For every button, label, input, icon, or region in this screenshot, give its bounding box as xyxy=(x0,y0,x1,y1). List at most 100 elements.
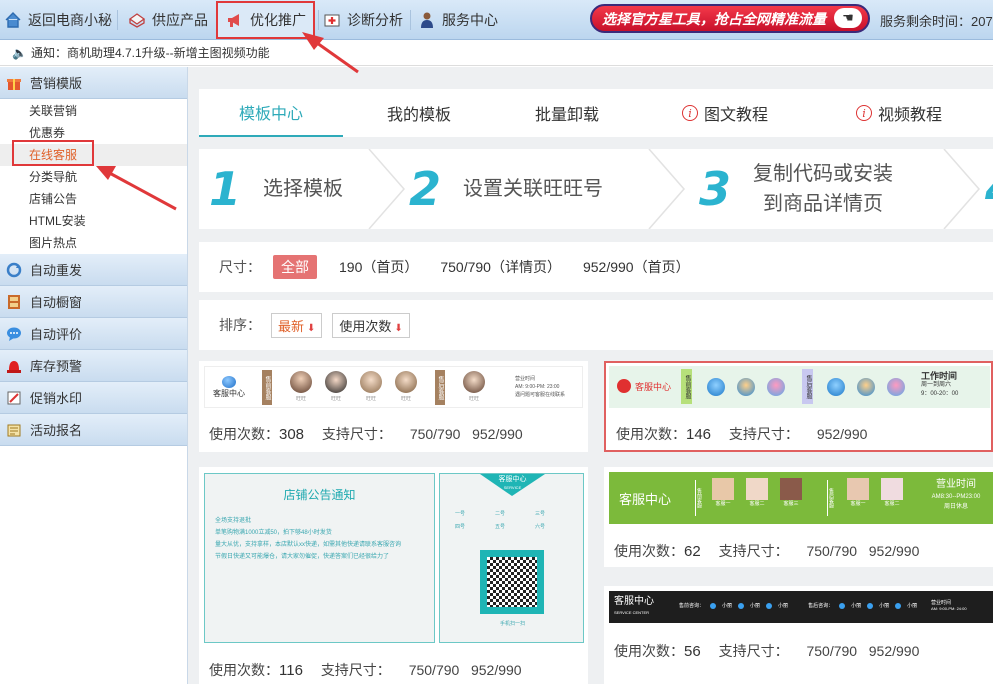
template-1-meta: 使用次数：308 支持尺寸： 750/790 952/990 xyxy=(209,426,523,443)
preview-3-item: 五号 xyxy=(495,524,506,530)
sidebar: 营销模版 关联营销 优惠券 在线客服 分类导航 店铺公告 HTML安装 图片热点… xyxy=(0,67,188,684)
nav-optimize-label: 优化推广 xyxy=(250,12,306,28)
smiley-icon xyxy=(857,378,875,396)
template-3-meta: 使用次数：116 支持尺寸： 750/790 952/990 xyxy=(209,662,522,679)
preview-4-hours-line1: AM8:30--PM23:00 xyxy=(931,494,981,500)
tab-my-templates[interactable]: 我的模板 xyxy=(343,89,495,137)
preview-2-hours-line1: 周一到周六 xyxy=(921,382,952,388)
sidebar-item-image-hotspot[interactable]: 图片热点 xyxy=(0,232,187,254)
chat-icon xyxy=(839,602,846,609)
template-card-1[interactable]: 客服中心 售前客服 旺旺 旺旺 旺旺 旺旺 售后客服 旺旺 营业时间 AM: 9… xyxy=(199,361,588,452)
sidebar-item-category-nav[interactable]: 分类导航 xyxy=(0,166,187,188)
step-3-text-line1: 复制代码或安装 xyxy=(753,163,894,185)
service-globe-icon xyxy=(222,376,236,388)
sidebar-item-store-notice[interactable]: 店铺公告 xyxy=(0,188,187,210)
size-filter-190[interactable]: 190（首页） xyxy=(339,257,418,277)
megaphone-icon xyxy=(226,11,244,29)
tab-graphic-tutorial[interactable]: i 图文教程 xyxy=(639,89,811,137)
sidebar-promo-watermark[interactable]: 促销水印 xyxy=(0,382,187,414)
preview-1-tag-pre: 售前客服 xyxy=(262,370,272,405)
preview-2-hours-line2: 9：00-20：00 xyxy=(921,391,959,397)
sidebar-item-html-install[interactable]: HTML安装 xyxy=(0,210,187,232)
arrow-down-icon: ⬇ xyxy=(307,322,316,334)
alarm-icon xyxy=(6,358,22,374)
step-2-number: 2 xyxy=(409,162,442,216)
promo-banner[interactable]: 选择官方星工具，抢占全网精准流量 ☚ xyxy=(590,4,870,33)
preview-1-hours-line2: 遇问题可客服在线联系 xyxy=(515,392,566,398)
template-preview-1: 客服中心 售前客服 旺旺 旺旺 旺旺 旺旺 售后客服 旺旺 营业时间 AM: 9… xyxy=(204,366,583,408)
template-preview-4: 客服中心 售前客服 客服一 客服二 客服三 售后客服 客服一 客服二 营业时间 … xyxy=(609,472,993,524)
template-card-5[interactable]: 客服中心 SERVICE CENTER 售前咨询： 小丽 小丽 小丽 售后咨询：… xyxy=(604,586,993,684)
step-2: 2 设置关联旺旺号 xyxy=(409,149,603,229)
preview-1-agent-avatars: 旺旺 旺旺 旺旺 旺旺 xyxy=(290,371,417,402)
template-2-meta: 使用次数：146 支持尺寸： 952/990 xyxy=(616,426,868,443)
gift-icon xyxy=(6,75,22,91)
template-card-3[interactable]: 店铺公告通知 全场支持退批 单笔购物满1000立减50，拍下够48小时发货 量大… xyxy=(199,467,588,684)
tab-template-center[interactable]: 模板中心 xyxy=(199,89,343,137)
avatar xyxy=(395,371,417,393)
size-filter-all[interactable]: 全部 xyxy=(273,255,317,279)
sidebar-auto-review[interactable]: 自动评价 xyxy=(0,318,187,350)
avatar xyxy=(463,371,485,393)
preview-1-hours-line1: AM: 9:00-PM: 23:00 xyxy=(515,384,560,390)
tab-batch-uninstall[interactable]: 批量卸载 xyxy=(495,89,639,137)
nav-service-label: 服务中心 xyxy=(442,12,498,28)
sidebar-auto-window[interactable]: 自动橱窗 xyxy=(0,286,187,318)
preview-3-line-4: 节假日快递又可能爆仓，请大家勿催促，快递答案们已经很给力了 xyxy=(215,554,390,560)
pointing-hand-icon: ☚ xyxy=(834,8,862,28)
nav-supply-label: 供应产品 xyxy=(152,12,208,28)
sort-latest-button[interactable]: 最新 ⬇ xyxy=(271,312,323,338)
template-preview-3-notice: 店铺公告通知 全场支持退批 单笔购物满1000立减50，拍下够48小时发货 量大… xyxy=(204,473,435,643)
preview-3-side-sub: SERVICE xyxy=(503,485,522,490)
sidebar-auto-repost-label: 自动重发 xyxy=(30,263,83,278)
sidebar-auto-repost[interactable]: 自动重发 xyxy=(0,254,187,286)
preview-2-hours-title: 工作时间 xyxy=(921,371,958,381)
template-1-sizes: 750/790 952/990 xyxy=(409,426,523,442)
avatar xyxy=(881,478,903,500)
smiley-icon xyxy=(887,378,905,396)
smiley-icon xyxy=(767,378,785,396)
notice-text[interactable]: 通知：商机助理4.7.1升级--新增主图视频功能 xyxy=(31,44,270,61)
home-icon xyxy=(4,11,22,29)
tab-video-tutorial[interactable]: i 视频教程 xyxy=(811,89,987,137)
sidebar-stock-alert[interactable]: 库存预警 xyxy=(0,350,187,382)
chat-icon xyxy=(738,602,745,609)
template-preview-3-service: 客服中心 SERVICE 一号 二号 三号 四号 五号 六号 手机扫一扫 xyxy=(439,473,584,643)
sort-usage-button[interactable]: 使用次数 ⬇ xyxy=(332,312,410,338)
qr-code xyxy=(480,550,544,614)
service-remaining-time: 服务剩余时间：207天 xyxy=(880,14,993,29)
nav-diagnosis[interactable]: 诊断分析 xyxy=(323,0,403,40)
step-4-number: 4 xyxy=(985,162,993,216)
avatar xyxy=(290,371,312,393)
sidebar-item-related-marketing[interactable]: 关联营销 xyxy=(0,100,187,122)
arrow-down-icon: ⬇ xyxy=(394,322,403,334)
size-filter-952-990[interactable]: 952/990（首页） xyxy=(583,257,690,277)
preview-1-tag-post: 售后客服 xyxy=(435,370,445,405)
sidebar-auto-window-label: 自动橱窗 xyxy=(30,295,83,310)
template-5-usage-count: 56 xyxy=(684,643,701,660)
sidebar-event-signup[interactable]: 活动报名 xyxy=(0,414,187,446)
nav-service-center[interactable]: 服务中心 xyxy=(418,0,498,40)
step-3-number: 3 xyxy=(699,162,732,216)
nav-optimize-promotion[interactable]: 优化推广 xyxy=(216,1,315,39)
preview-3-title: 店铺公告通知 xyxy=(283,488,356,502)
size-filter-bar: 尺寸： 全部 190（首页） 750/790（详情页） 952/990（首页） xyxy=(199,242,993,292)
nav-home[interactable]: 返回电商小秘 xyxy=(4,0,112,40)
nav-supply-products[interactable]: 供应产品 xyxy=(128,0,208,40)
size-filter-750-790[interactable]: 750/790（详情页） xyxy=(440,257,561,277)
box-icon xyxy=(128,11,146,29)
step-3-text-line2: 到商品详情页 xyxy=(763,193,884,215)
sidebar-marketing-templates[interactable]: 营销模版 xyxy=(0,67,187,99)
highlight-online-service xyxy=(12,140,94,166)
info-icon: i xyxy=(855,105,872,121)
template-3-usage-count: 116 xyxy=(279,662,303,679)
notice-bar: 🔈 通知：商机助理4.7.1升级--新增主图视频功能 xyxy=(0,40,993,66)
template-2-usage-count: 146 xyxy=(686,426,712,443)
template-card-2[interactable]: 客服中心 售前客服 售后客服 工作时间 周一到周六 9：00-20：00 使用次… xyxy=(604,361,993,452)
steps-banner: 1 选择模板 2 设置关联旺旺号 3 复制代码或安装到商品详情页 4 xyxy=(199,149,993,229)
template-card-4[interactable]: 客服中心 售前客服 客服一 客服二 客服三 售后客服 客服一 客服二 营业时间 … xyxy=(604,467,993,567)
tab-video-tutorial-label: 视频教程 xyxy=(877,107,942,124)
template-4-usage-count: 62 xyxy=(684,543,701,560)
sidebar-promo-watermark-label: 促销水印 xyxy=(30,391,83,406)
preview-5-title: 客服中心 xyxy=(614,596,654,607)
